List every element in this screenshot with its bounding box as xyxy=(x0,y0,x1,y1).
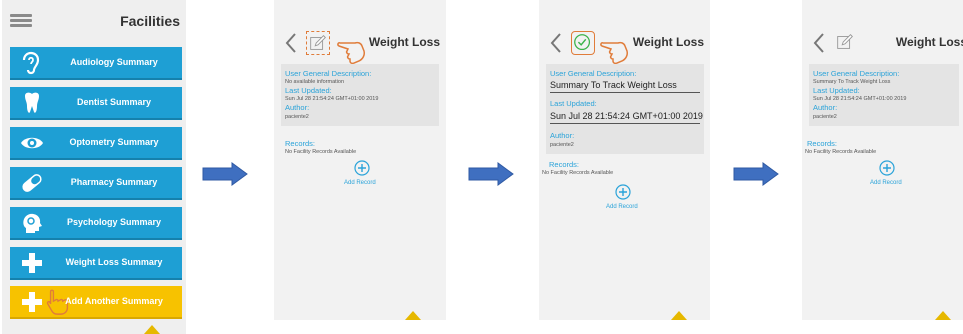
plus-icon xyxy=(22,292,42,312)
back-arrow-icon[interactable] xyxy=(811,32,827,54)
item-label: Dentist Summary xyxy=(76,97,152,107)
item-label: Psychology Summary xyxy=(66,217,162,227)
edit-button[interactable] xyxy=(306,31,330,55)
caret-up-icon[interactable] xyxy=(935,311,951,320)
pointing-hand-icon xyxy=(337,41,365,65)
last-updated-value: Sun Jul 28 21:54:24 GMT+01:00 2019 xyxy=(813,96,907,102)
summary-info-card: User General Description: Summary To Tra… xyxy=(809,64,959,126)
back-arrow-icon[interactable] xyxy=(283,32,299,54)
records-value: No Facility Records Available xyxy=(285,149,357,155)
flow-arrow-icon xyxy=(202,162,248,186)
page-title: Weight Loss xyxy=(895,35,963,49)
author-label: Author: xyxy=(285,103,310,112)
optometry-summary-button[interactable]: Optometry Summary xyxy=(10,127,182,160)
menu-icon[interactable] xyxy=(10,14,32,28)
flow-arrow-icon xyxy=(468,162,514,186)
edit-button[interactable] xyxy=(834,31,858,55)
weight-loss-screen-saved: Weight Loss User General Description: Su… xyxy=(802,0,963,320)
general-description-label: User General Description: xyxy=(550,69,637,78)
records-label: Records: xyxy=(807,139,838,148)
add-record-label[interactable]: Add Record xyxy=(870,180,902,186)
item-label: Pharmacy Summary xyxy=(70,177,158,187)
add-another-summary-button[interactable]: Add Another Summary xyxy=(10,286,182,319)
ear-icon xyxy=(22,51,40,75)
pill-icon xyxy=(22,174,42,192)
records-value: No Facility Records Available xyxy=(542,170,614,176)
app-bar: Weight Loss xyxy=(539,28,710,65)
last-updated-label: Last Updated: xyxy=(550,99,597,108)
pencil-icon xyxy=(310,35,326,50)
general-description-input[interactable]: Summary To Track Weight Loss xyxy=(550,80,700,93)
author-label: Author: xyxy=(813,103,838,112)
flow-arrow-icon xyxy=(733,162,779,186)
general-description-label: User General Description: xyxy=(285,69,372,78)
save-button[interactable] xyxy=(571,31,595,55)
author-value: paciente2 xyxy=(813,114,837,120)
general-description-value: No available information xyxy=(285,79,345,85)
add-record-icon[interactable] xyxy=(354,160,370,176)
page-title: Facilities xyxy=(120,13,180,29)
last-updated-value: Sun Jul 28 21:54:24 GMT+01:00 2019 xyxy=(285,96,379,102)
records-label: Records: xyxy=(549,160,580,169)
general-description-value: Summary To Track Weight Loss xyxy=(813,79,891,85)
item-label: Audiology Summary xyxy=(70,57,158,67)
general-description-label: User General Description: xyxy=(813,69,900,78)
records-label: Records: xyxy=(285,139,316,148)
author-label: Author: xyxy=(550,131,575,140)
dentist-summary-button[interactable]: Dentist Summary xyxy=(10,87,182,120)
last-updated-input[interactable]: Sun Jul 28 21:54:24 GMT+01:00 2019 xyxy=(550,111,703,124)
item-label: Add Another Summary xyxy=(65,296,163,306)
pharmacy-summary-button[interactable]: Pharmacy Summary xyxy=(10,167,182,200)
add-record-icon[interactable] xyxy=(615,184,631,200)
records-value: No Facility Records Available xyxy=(805,149,877,155)
tooth-icon xyxy=(25,92,39,113)
head-icon xyxy=(23,213,42,233)
add-record-label[interactable]: Add Record xyxy=(344,180,376,186)
item-label: Weight Loss Summary xyxy=(65,257,163,267)
summary-info-card: User General Description: No available i… xyxy=(281,64,439,126)
eye-icon xyxy=(21,137,43,149)
author-value: paciente2 xyxy=(285,114,309,120)
caret-up-icon[interactable] xyxy=(144,325,160,334)
add-record-icon[interactable] xyxy=(879,160,895,176)
facilities-screen: Facilities Audiology Summary Dentist Sum… xyxy=(2,0,186,334)
last-updated-label: Last Updated: xyxy=(813,86,860,95)
pencil-icon xyxy=(837,34,853,49)
caret-up-icon[interactable] xyxy=(405,311,421,320)
plus-icon xyxy=(22,253,42,273)
pointing-hand-icon xyxy=(600,41,628,65)
caret-up-icon[interactable] xyxy=(671,311,687,320)
app-bar: Weight Loss xyxy=(802,28,963,58)
author-value: paciente2 xyxy=(550,142,574,148)
psychology-summary-button[interactable]: Psychology Summary xyxy=(10,207,182,240)
audiology-summary-button[interactable]: Audiology Summary xyxy=(10,47,182,80)
app-bar: Facilities xyxy=(2,0,186,40)
item-label: Optometry Summary xyxy=(69,137,159,147)
page-title: Weight Loss xyxy=(368,35,440,49)
app-bar: Weight Loss xyxy=(274,28,446,65)
check-circle-icon xyxy=(574,34,591,51)
summary-info-card: User General Description: Summary To Tra… xyxy=(546,64,704,154)
add-record-label[interactable]: Add Record xyxy=(606,204,638,210)
weight-loss-summary-button[interactable]: Weight Loss Summary xyxy=(10,247,182,280)
back-arrow-icon[interactable] xyxy=(548,32,564,54)
weight-loss-screen-view: Weight Loss User General Description: No… xyxy=(274,0,446,320)
last-updated-label: Last Updated: xyxy=(285,86,332,95)
weight-loss-screen-edit: Weight Loss User General Description: Su… xyxy=(539,0,710,320)
page-title: Weight Loss xyxy=(632,35,704,49)
